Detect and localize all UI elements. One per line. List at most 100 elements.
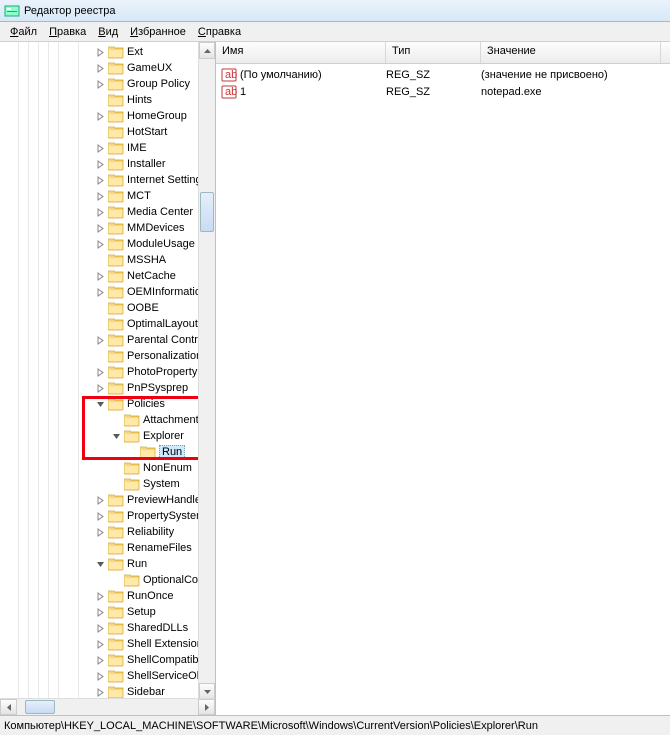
tree-item[interactable]: PropertySystem [0,508,215,524]
chevron-right-icon[interactable] [95,527,106,538]
value-row[interactable]: ab1REG_SZnotepad.exe [216,83,670,100]
chevron-right-icon[interactable] [95,159,106,170]
chevron-right-icon[interactable] [95,191,106,202]
chevron-right-icon[interactable] [95,175,106,186]
tree-item[interactable]: System [0,476,215,492]
tree-item[interactable]: Policies [0,396,215,412]
expander-none [111,463,122,474]
tree-item[interactable]: Run [0,556,215,572]
tree-item[interactable]: Setup [0,604,215,620]
tree-item[interactable]: HomeGroup [0,108,215,124]
chevron-right-icon[interactable] [95,111,106,122]
chevron-right-icon[interactable] [95,607,106,618]
chevron-right-icon[interactable] [95,271,106,282]
scroll-left-icon[interactable] [0,699,17,715]
chevron-right-icon[interactable] [95,287,106,298]
tree-item-label: MCT [127,190,151,202]
tree-item[interactable]: RenameFiles [0,540,215,556]
tree-item[interactable]: Explorer [0,428,215,444]
tree-item[interactable]: OptionalComponent [0,572,215,588]
tree-item[interactable]: HotStart [0,124,215,140]
chevron-right-icon[interactable] [95,495,106,506]
string-value-icon: ab [221,67,237,83]
tree-item[interactable]: NonEnum [0,460,215,476]
values-pane: Имя Тип Значение ab(По умолчанию)REG_SZ(… [216,42,670,715]
tree-item-label: Hints [127,94,152,106]
chevron-down-icon[interactable] [111,431,122,442]
chevron-right-icon[interactable] [95,639,106,650]
tree-item[interactable]: PreviewHandlers [0,492,215,508]
tree-vscroll[interactable] [198,42,215,700]
folder-icon [108,589,124,603]
tree-item[interactable]: Personalization [0,348,215,364]
tree-item[interactable]: IME [0,140,215,156]
scroll-right-icon[interactable] [198,699,215,715]
tree-item[interactable]: MMDevices [0,220,215,236]
tree-item[interactable]: OptimalLayout [0,316,215,332]
tree-item[interactable]: Parental Controls [0,332,215,348]
tree-hscroll[interactable] [0,698,215,715]
expander-none [95,255,106,266]
chevron-right-icon[interactable] [95,591,106,602]
svg-text:ab: ab [225,86,237,98]
chevron-right-icon[interactable] [95,367,106,378]
tree-item[interactable]: PnPSysprep [0,380,215,396]
chevron-right-icon[interactable] [95,511,106,522]
tree-item[interactable]: Hints [0,92,215,108]
tree-item[interactable]: MSSHA [0,252,215,268]
tree-item-label: Run [127,558,147,570]
expander-none [95,95,106,106]
chevron-right-icon[interactable] [95,207,106,218]
folder-icon [124,429,140,443]
value-row[interactable]: ab(По умолчанию)REG_SZ(значение не присв… [216,66,670,83]
tree-item[interactable]: Run [0,444,215,460]
tree-item[interactable]: MCT [0,188,215,204]
scroll-thumb[interactable] [200,192,214,232]
tree-item[interactable]: SharedDLLs [0,620,215,636]
tree-item[interactable]: OEMInformation [0,284,215,300]
chevron-right-icon[interactable] [95,239,106,250]
tree-item[interactable]: NetCache [0,268,215,284]
chevron-right-icon[interactable] [95,143,106,154]
chevron-down-icon[interactable] [95,399,106,410]
menu-file[interactable]: Файл [4,24,43,40]
menu-edit[interactable]: Правка [43,24,92,40]
menu-help[interactable]: Справка [192,24,247,40]
chevron-right-icon[interactable] [95,79,106,90]
col-type[interactable]: Тип [386,42,481,63]
tree-item[interactable]: ShellServiceObjectDelay [0,668,215,684]
col-name[interactable]: Имя [216,42,386,63]
hscroll-thumb[interactable] [25,700,55,714]
chevron-right-icon[interactable] [95,335,106,346]
menu-favorites[interactable]: Избранное [124,24,192,40]
chevron-down-icon[interactable] [95,559,106,570]
tree-item[interactable]: PhotoPropertyHandler [0,364,215,380]
tree-item[interactable]: Media Center [0,204,215,220]
tree-item[interactable]: ShellCompatibility [0,652,215,668]
col-value[interactable]: Значение [481,42,661,63]
tree-item[interactable]: Group Policy [0,76,215,92]
chevron-right-icon[interactable] [95,623,106,634]
chevron-right-icon[interactable] [95,671,106,682]
chevron-right-icon[interactable] [95,223,106,234]
tree-item[interactable]: Reliability [0,524,215,540]
tree-item[interactable]: Installer [0,156,215,172]
tree-item[interactable]: GameUX [0,60,215,76]
tree-item[interactable]: RunOnce [0,588,215,604]
folder-icon [108,157,124,171]
tree-item[interactable]: Attachments [0,412,215,428]
menu-view[interactable]: Вид [92,24,124,40]
chevron-right-icon[interactable] [95,383,106,394]
chevron-right-icon[interactable] [95,655,106,666]
scroll-up-icon[interactable] [199,42,215,59]
folder-icon [108,637,124,651]
chevron-right-icon[interactable] [95,687,106,698]
tree-item[interactable]: OOBE [0,300,215,316]
tree-item[interactable]: Ext [0,44,215,60]
folder-icon [108,189,124,203]
tree-item[interactable]: Shell Extensions [0,636,215,652]
tree-item[interactable]: Internet Settings [0,172,215,188]
chevron-right-icon[interactable] [95,63,106,74]
tree-item[interactable]: ModuleUsage [0,236,215,252]
chevron-right-icon[interactable] [95,47,106,58]
